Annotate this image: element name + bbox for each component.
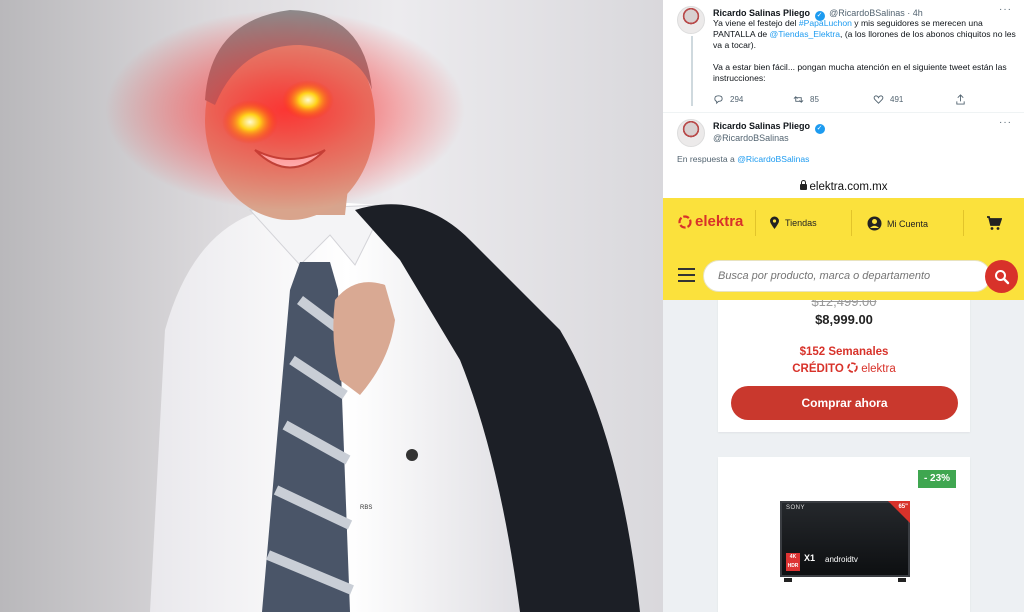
tv-4k-badge: 4K HDR — [786, 553, 800, 571]
author-name[interactable]: Ricardo Salinas Pliego — [713, 8, 810, 18]
verified-icon: ✓ — [814, 124, 825, 134]
more-options-icon[interactable]: ··· — [999, 4, 1012, 15]
author-handle[interactable]: @RicardoBSalinas — [713, 133, 789, 143]
heart-icon — [873, 95, 884, 104]
retweet-button[interactable]: 85 — [793, 94, 819, 105]
tweet-time[interactable]: · 4h — [907, 8, 923, 18]
url-text: elektra.com.mx — [809, 181, 888, 193]
more-options-icon[interactable]: ··· — [999, 117, 1012, 128]
share-icon — [956, 94, 965, 105]
cart-button[interactable] — [986, 216, 1003, 236]
product-card[interactable]: - 23% SONY 4K HDR X1 androidtv 65" — [718, 457, 970, 612]
discount-badge: - 23% — [918, 470, 956, 488]
divider — [755, 210, 756, 236]
author-handle[interactable]: @RicardoBSalinas — [829, 8, 905, 18]
old-price: $12,499.00 — [811, 300, 877, 309]
search-button[interactable] — [985, 260, 1018, 293]
tv-stand — [784, 578, 906, 582]
divider — [963, 210, 964, 236]
menu-icon[interactable] — [678, 268, 695, 286]
photo-panel: RBS — [0, 0, 663, 612]
share-button[interactable] — [955, 94, 966, 105]
product-list: $12,499.00 $8,999.00 $152 Semanales CRÉD… — [663, 300, 1024, 612]
user-icon — [867, 216, 882, 231]
cart-icon — [987, 216, 1003, 230]
divider — [851, 210, 852, 236]
product-card[interactable]: $12,499.00 $8,999.00 $152 Semanales CRÉD… — [718, 300, 970, 432]
weekly-payment: $152 Semanales — [799, 346, 889, 358]
tv-os: androidtv — [825, 555, 858, 564]
tweet-1[interactable]: Ricardo Salinas Pliego ✓ @RicardoBSalina… — [663, 0, 1024, 112]
elektra-logo[interactable]: elektra — [678, 213, 743, 230]
stores-link[interactable]: Tiendas — [769, 216, 817, 230]
credit-label: CRÉDITO elektra — [792, 362, 896, 375]
elektra-header: elektra Tiendas Mi Cuenta — [663, 198, 1024, 300]
tweet-actions: 294 85 491 — [713, 94, 973, 106]
author-handle-row: @RicardoBSalinas — [713, 133, 789, 143]
elektra-logo-icon — [847, 362, 858, 373]
tv-product-image[interactable]: SONY 4K HDR X1 androidtv 65" — [780, 501, 910, 577]
tv-size: 65" — [898, 504, 908, 510]
price: $8,999.00 — [815, 312, 873, 327]
retweet-icon — [793, 96, 804, 103]
reply-count: 294 — [730, 95, 744, 104]
reply-to-link[interactable]: @RicardoBSalinas — [737, 154, 809, 164]
svg-text:RBS: RBS — [360, 505, 372, 511]
mention-link[interactable]: @Tiendas_Elektra — [770, 29, 841, 39]
tv-brand: SONY — [786, 505, 806, 511]
man-portrait-image: RBS — [105, 10, 640, 612]
thread-line — [691, 36, 693, 106]
right-column: Ricardo Salinas Pliego ✓ @RicardoBSalina… — [663, 0, 1024, 612]
retweet-count: 85 — [810, 95, 819, 104]
search-icon — [994, 269, 1009, 284]
reply-button[interactable]: 294 — [713, 94, 743, 105]
reply-icon — [714, 95, 723, 105]
lock-icon — [799, 180, 807, 190]
buy-now-button[interactable]: Comprar ahora — [731, 386, 958, 420]
avatar[interactable] — [677, 6, 705, 34]
browser-url-bar[interactable]: elektra.com.mx — [663, 176, 1024, 198]
search-box — [703, 260, 991, 292]
tv-model: X1 — [804, 553, 816, 563]
hashtag-link[interactable]: #PapaLuchon — [799, 18, 852, 28]
reply-context: En respuesta a @RicardoBSalinas — [677, 154, 810, 164]
location-pin-icon — [770, 216, 779, 229]
avatar[interactable] — [677, 119, 705, 147]
author-name[interactable]: Ricardo Salinas Pliego — [713, 121, 810, 131]
like-count: 491 — [890, 95, 904, 104]
elektra-logo-icon — [678, 214, 692, 229]
tweet-text: Ya viene el festejo del #PapaLuchon y mi… — [713, 18, 1016, 83]
account-link[interactable]: Mi Cuenta — [867, 216, 928, 231]
search-input[interactable] — [718, 270, 948, 282]
like-button[interactable]: 491 — [873, 94, 903, 105]
